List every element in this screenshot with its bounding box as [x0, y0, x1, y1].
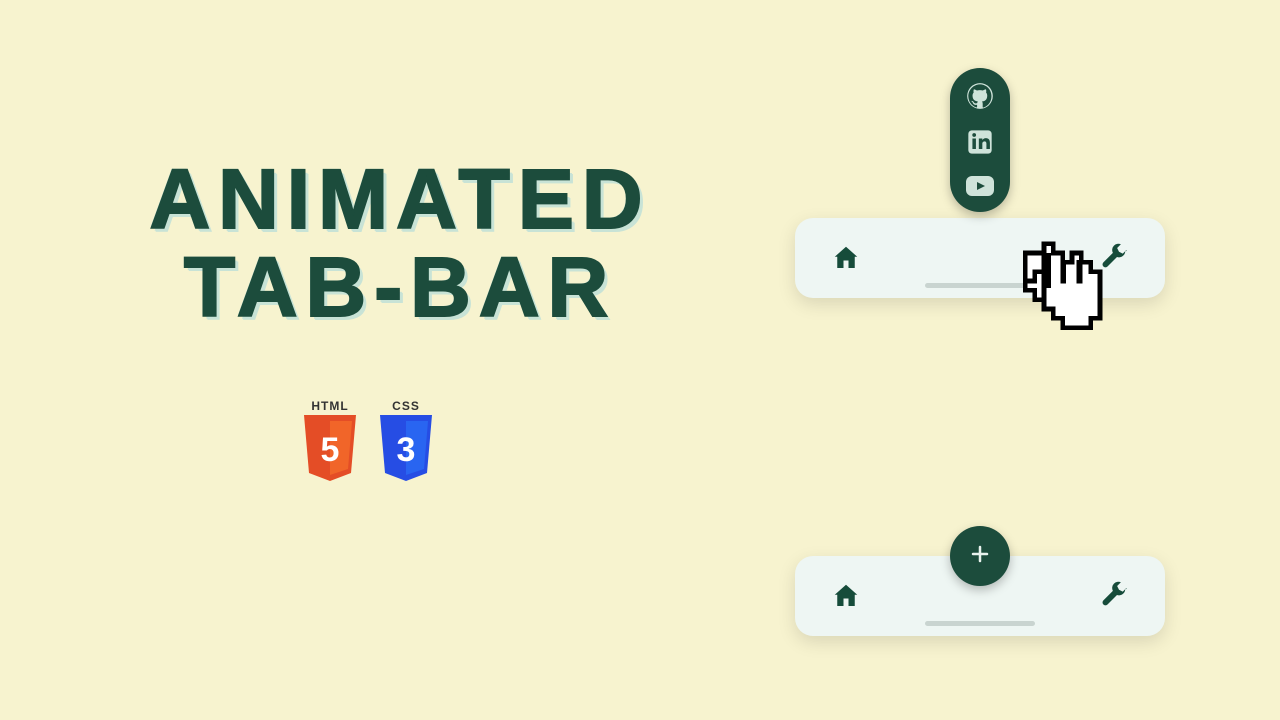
headline: ANIMATED TAB-BAR	[120, 155, 680, 331]
fab-button[interactable]	[950, 526, 1010, 586]
html5-number: 5	[300, 415, 360, 483]
github-icon[interactable]	[966, 82, 994, 110]
tab-bar-collapsed	[795, 556, 1165, 636]
css3-number: 3	[376, 415, 436, 483]
html5-badge: HTML 5	[300, 400, 360, 483]
wrench-icon[interactable]	[1099, 581, 1129, 611]
youtube-icon[interactable]	[965, 174, 995, 198]
css3-shield-icon: 3	[376, 415, 436, 483]
wrench-icon[interactable]	[1099, 243, 1129, 273]
linkedin-icon[interactable]	[966, 128, 994, 156]
bottom-indicator	[925, 621, 1035, 626]
tech-badges: HTML 5 CSS 3	[300, 400, 436, 483]
headline-line-2: TAB-BAR	[120, 243, 680, 331]
home-icon[interactable]	[831, 581, 861, 611]
css3-badge: CSS 3	[376, 400, 436, 483]
html5-label: HTML	[300, 400, 360, 412]
html5-shield-icon: 5	[300, 415, 360, 483]
css3-label: CSS	[376, 400, 436, 412]
tab-bar-expanded	[795, 218, 1165, 298]
plus-icon	[968, 542, 992, 571]
home-icon[interactable]	[831, 243, 861, 273]
bottom-indicator	[925, 283, 1035, 288]
social-popover	[950, 68, 1010, 212]
headline-line-1: ANIMATED	[120, 155, 680, 243]
